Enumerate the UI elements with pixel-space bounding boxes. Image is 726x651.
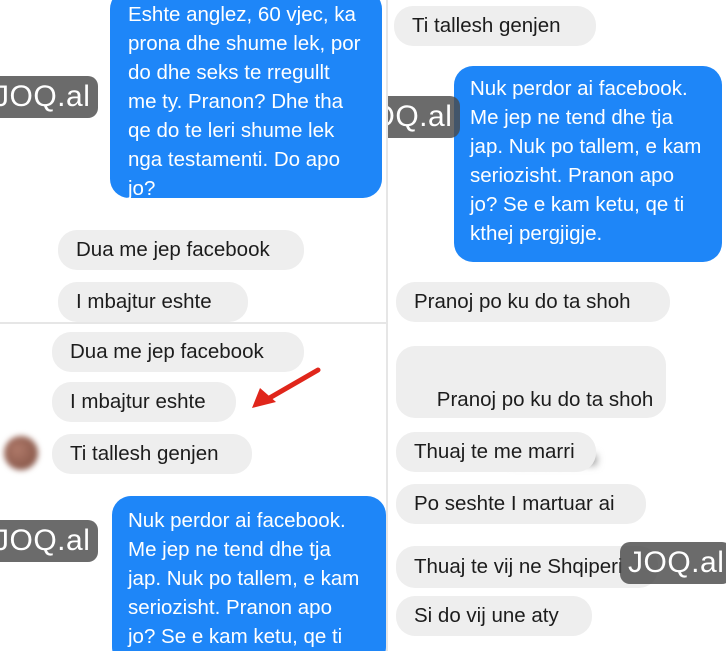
red-arrow-icon	[252, 367, 321, 408]
incoming-message: I mbajtur eshte	[52, 382, 236, 422]
incoming-message: Ti tallesh genjen	[52, 434, 252, 474]
incoming-message: Po seshte I martuar ai	[396, 484, 646, 524]
outgoing-message: Nuk perdor ai facebook. Me jep ne tend d…	[112, 496, 386, 651]
outgoing-message: Eshte anglez, 60 vjec, ka prona dhe shum…	[110, 0, 382, 200]
message-line: Pranoj po ku do ta shoh	[436, 388, 654, 411]
incoming-message: Thuaj te me marri	[396, 432, 596, 472]
incoming-message: Thuaj te vij ne Shqiperi	[396, 546, 658, 588]
screenshot-bottom-left: Dua me jep facebook I mbajtur eshte Ti t…	[0, 324, 386, 651]
incoming-message: Pranoj po ku do ta shoh une 069■■■■■■■	[396, 346, 666, 471]
incoming-message: Dua me jep facebook	[58, 230, 304, 270]
watermark: JOQ.al	[0, 76, 99, 118]
outgoing-message: Nuk perdor ai facebook. Me jep ne tend d…	[454, 66, 722, 262]
incoming-message: Ti tallesh genjen	[394, 6, 596, 46]
divider-horizontal	[0, 322, 386, 324]
incoming-message: Si do vij une aty	[396, 596, 592, 636]
screenshot-top-left: Eshte anglez, 60 vjec, ka prona dhe shum…	[0, 0, 386, 322]
watermark: JOQ.al	[0, 520, 99, 562]
screenshot-right: Ti tallesh genjen Nuk perdor ai facebook…	[388, 0, 726, 651]
divider-vertical	[386, 0, 388, 651]
contact-avatar	[4, 436, 38, 470]
incoming-message: Pranoj po ku do ta shoh	[396, 282, 670, 322]
incoming-message: I mbajtur eshte	[58, 282, 248, 322]
watermark: JOQ.al	[388, 96, 461, 138]
watermark: JOQ.al	[620, 542, 726, 584]
